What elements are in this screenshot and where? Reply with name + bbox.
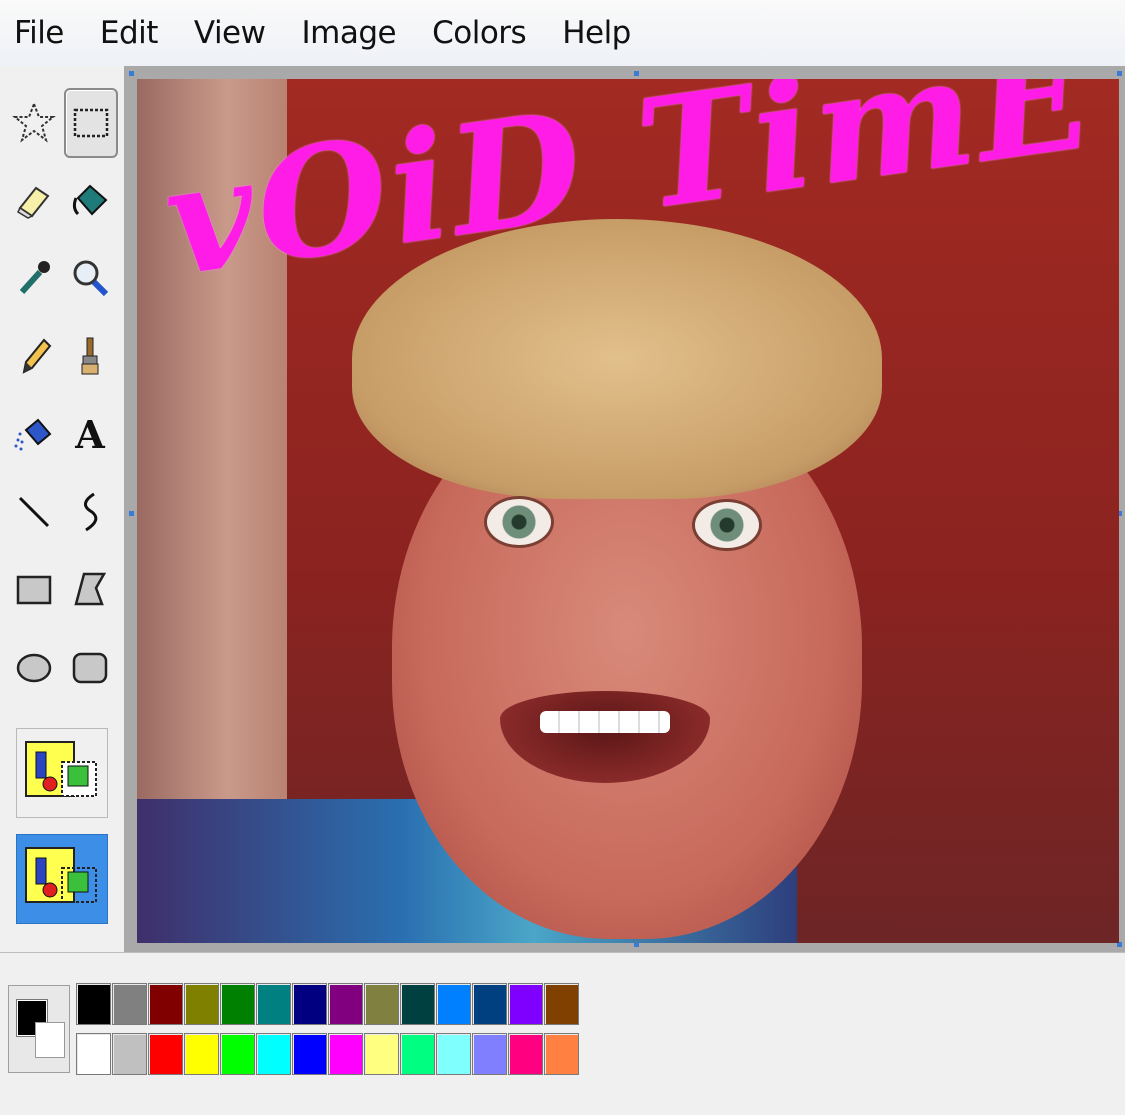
ellipse-icon xyxy=(16,653,52,683)
drawing-canvas[interactable]: vOiD TimE xyxy=(137,79,1119,943)
rectangle-icon xyxy=(16,575,52,605)
palette-swatch[interactable] xyxy=(508,983,543,1025)
tool-rectangle-select[interactable] xyxy=(64,88,118,158)
palette-swatch[interactable] xyxy=(472,983,507,1025)
palette-swatch[interactable] xyxy=(76,1033,111,1075)
text-icon: A xyxy=(75,411,105,457)
menu-image[interactable]: Image xyxy=(284,0,415,66)
polygon-icon xyxy=(74,572,107,606)
palette-swatch[interactable] xyxy=(256,1033,291,1075)
palette-swatch[interactable] xyxy=(292,1033,327,1075)
palette-swatch[interactable] xyxy=(220,1033,255,1075)
tool-rounded-rectangle[interactable] xyxy=(64,634,116,702)
fill-bucket-icon xyxy=(72,184,108,216)
palette-swatch[interactable] xyxy=(184,1033,219,1075)
tool-rectangle[interactable] xyxy=(8,556,60,624)
palette-swatch[interactable] xyxy=(364,1033,399,1075)
tool-airbrush[interactable] xyxy=(8,400,60,468)
palette-swatch[interactable] xyxy=(400,983,435,1025)
palette-swatch[interactable] xyxy=(112,1033,147,1075)
option-transparent-selection[interactable] xyxy=(16,834,108,924)
resize-handle[interactable] xyxy=(129,511,134,516)
tool-free-form-select[interactable] xyxy=(8,88,60,156)
rounded-rectangle-icon xyxy=(72,652,108,684)
airbrush-icon xyxy=(14,418,52,451)
palette-swatch[interactable] xyxy=(148,1033,183,1075)
tool-brush[interactable] xyxy=(64,322,116,390)
palette-swatch[interactable] xyxy=(436,1033,471,1075)
resize-handle[interactable] xyxy=(1117,71,1122,76)
curve-icon xyxy=(84,492,98,532)
palette-swatch[interactable] xyxy=(328,983,363,1025)
tool-eyedropper[interactable] xyxy=(8,244,60,312)
current-colors[interactable] xyxy=(8,985,70,1073)
menu-bar: File Edit View Image Colors Help xyxy=(0,0,1125,67)
color-palette-bar xyxy=(0,952,1125,1115)
background-color xyxy=(35,1022,65,1058)
menu-edit[interactable]: Edit xyxy=(82,0,176,66)
rectangle-select-icon xyxy=(73,108,109,138)
tool-line[interactable] xyxy=(8,478,60,546)
photo-left-eye xyxy=(484,496,554,548)
canvas-area: vOiD TimE xyxy=(124,66,1125,952)
palette-swatch[interactable] xyxy=(292,983,327,1025)
free-form-select-icon xyxy=(12,101,56,143)
toolbox: A xyxy=(0,66,125,952)
magnifier-icon xyxy=(73,260,109,297)
menu-help[interactable]: Help xyxy=(544,0,649,66)
palette-swatch[interactable] xyxy=(436,983,471,1025)
palette-swatch[interactable] xyxy=(112,983,147,1025)
palette-swatch[interactable] xyxy=(256,983,291,1025)
tool-pencil[interactable] xyxy=(8,322,60,390)
photo-right-eye xyxy=(692,499,762,551)
tool-polygon[interactable] xyxy=(64,556,116,624)
pencil-icon xyxy=(22,338,52,374)
palette-swatch[interactable] xyxy=(148,983,183,1025)
palette-swatch[interactable] xyxy=(220,983,255,1025)
brush-icon xyxy=(81,337,99,375)
palette-swatch[interactable] xyxy=(184,983,219,1025)
menu-view[interactable]: View xyxy=(176,0,284,66)
menu-file[interactable]: File xyxy=(0,0,82,66)
palette-swatch[interactable] xyxy=(508,1033,543,1075)
line-icon xyxy=(18,496,50,528)
tool-fill[interactable] xyxy=(64,166,116,234)
tool-eraser[interactable] xyxy=(8,166,60,234)
palette-swatch[interactable] xyxy=(400,1033,435,1075)
palette-swatch[interactable] xyxy=(328,1033,363,1075)
opaque-selection-icon xyxy=(25,741,97,797)
tool-magnifier[interactable] xyxy=(64,244,116,312)
palette-swatch[interactable] xyxy=(544,1033,579,1075)
menu-colors[interactable]: Colors xyxy=(414,0,544,66)
palette-swatch[interactable] xyxy=(364,983,399,1025)
eraser-icon xyxy=(17,186,50,219)
resize-handle[interactable] xyxy=(129,71,134,76)
transparent-selection-icon xyxy=(25,847,97,903)
tool-curve[interactable] xyxy=(64,478,116,546)
eyedropper-icon xyxy=(19,261,50,295)
option-opaque-selection[interactable] xyxy=(16,728,108,818)
palette-swatch[interactable] xyxy=(544,983,579,1025)
palette-swatch[interactable] xyxy=(472,1033,507,1075)
tool-text[interactable]: A xyxy=(64,400,116,468)
palette-swatch[interactable] xyxy=(76,983,111,1025)
resize-handle[interactable] xyxy=(634,71,639,76)
tool-ellipse[interactable] xyxy=(8,634,60,702)
